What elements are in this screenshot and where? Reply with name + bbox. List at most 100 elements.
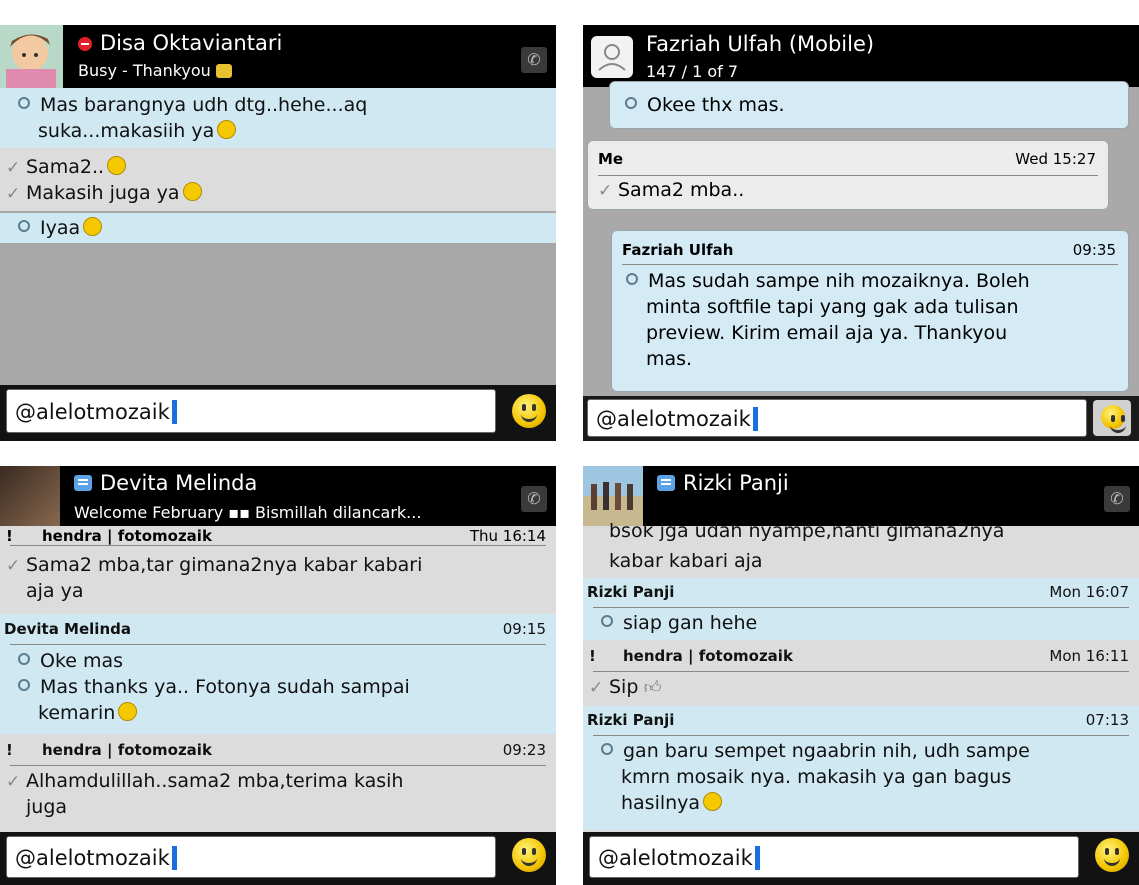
message-text: Sama2 mba.. (618, 179, 745, 201)
input-text: @alelotmozaik (15, 846, 170, 870)
message-text: Alhamdulillah..sama2 mba,terima kasih (26, 770, 404, 792)
message-text: Sama2.. (26, 156, 105, 178)
list-item: ✓ Sama2.. ✓ Makasih juga ya (0, 148, 556, 211)
message-text: kmrn mosaik nya. makasih ya gan bagus (621, 766, 1012, 788)
message-input[interactable]: @alelotmozaik (6, 836, 496, 878)
timestamp: 09:15 (502, 620, 546, 638)
read-tick-icon: ✓ (589, 678, 604, 698)
delivered-tick-icon: ✓ (6, 772, 21, 792)
read-tick-icon: ✓ (6, 556, 21, 576)
grin-emoji-icon (83, 217, 103, 236)
smile-emoji-icon (118, 702, 138, 721)
bullet-icon (18, 97, 30, 109)
text-cursor (171, 846, 177, 870)
message-text: mas. (646, 348, 693, 370)
bbm-chat-icon (74, 475, 92, 491)
timestamp: Wed 15:27 (1015, 150, 1096, 168)
grin-emoji-icon (182, 182, 202, 201)
smile-emoji-icon (703, 792, 723, 811)
message-input[interactable]: @alelotmozaik (587, 399, 1087, 437)
compose-bar: @alelotmozaik (0, 832, 556, 885)
list-item: bsok jga udah nyampe,nanti gimana2nya ka… (583, 520, 1139, 576)
text-cursor (754, 846, 760, 870)
timestamp: Mon 16:07 (1049, 583, 1129, 601)
chat-panel-rizki: Rizki Panji ✆ bsok jga udah nyampe,nanti… (583, 466, 1139, 885)
chat-header: Fazriah Ulfah (Mobile) 147 / 1 of 7 (583, 25, 1139, 87)
message-input[interactable]: @alelotmozaik (589, 836, 1079, 878)
compose-bar: @alelotmozaik (583, 396, 1139, 441)
list-item: Rizki Panji 07:13 gan baru sempet ngaabr… (583, 706, 1139, 830)
message-text: Oke mas (40, 650, 124, 672)
message-bubble: Okee thx mas. (609, 81, 1129, 129)
timestamp: Mon 16:11 (1049, 647, 1129, 665)
chat-header: Devita Melinda Welcome February ▪▪ Bismi… (0, 466, 556, 529)
list-item: Mas barangnya udh dtg..hehe...aq suka...… (0, 88, 556, 148)
bullet-icon (601, 615, 613, 627)
bullet-icon (18, 679, 30, 691)
message-text: aja ya (26, 580, 84, 602)
photo-avatar-icon (0, 466, 60, 529)
timestamp: 09:23 (502, 741, 546, 759)
contact-name: Rizki Panji (683, 471, 789, 495)
message-text: bsok jga udah nyampe,nanti gimana2nya (609, 520, 1005, 542)
phone-icon[interactable]: ✆ (521, 486, 547, 512)
default-contact-icon[interactable] (591, 36, 633, 78)
sender-name: Me (598, 150, 624, 168)
bullet-icon (601, 743, 613, 755)
smile-emoji-icon (107, 156, 127, 175)
sender-name: hendra | fotomozaik (42, 527, 212, 545)
sender-name: Devita Melinda (4, 620, 131, 638)
timestamp: Thu 16:14 (469, 527, 546, 545)
photo-avatar-icon (583, 466, 643, 526)
emoticon-button[interactable] (512, 838, 546, 872)
person-icon (598, 44, 626, 71)
bullet-icon (625, 97, 637, 109)
contact-name: Disa Oktaviantari (100, 31, 283, 55)
chat-panel-disa: Disa Oktaviantari Busy - Thankyou ✆ Mas … (0, 25, 556, 441)
phone-icon[interactable]: ✆ (521, 47, 547, 73)
emoticon-button[interactable] (512, 394, 546, 428)
bbm-chat-icon (657, 475, 675, 491)
bullet-icon (18, 220, 30, 232)
bullet-icon (626, 273, 638, 285)
sender-name: hendra | fotomozaik (623, 647, 793, 665)
message-text: suka...makasiih ya (38, 120, 215, 142)
phone-icon[interactable]: ✆ (1104, 486, 1130, 512)
cartoon-avatar-icon (0, 25, 63, 88)
message-text: siap gan hehe (623, 612, 758, 634)
message-text: Sip (609, 676, 639, 698)
compose-bar: @alelotmozaik (583, 832, 1139, 885)
message-text: Sama2 mba,tar gimana2nya kabar kabari (26, 554, 423, 576)
emoji-icon (215, 64, 232, 78)
message-text: kabar kabari aja (609, 550, 763, 572)
message-text: juga (26, 796, 68, 818)
text-cursor (752, 407, 758, 431)
list-item: ! hendra | fotomozaik 09:23 ✓ Alhamdulill… (0, 736, 556, 830)
emoticon-button[interactable] (1093, 400, 1131, 436)
priority-icon: ! (589, 647, 596, 665)
list-item: Rizki Panji Mon 16:07 siap gan hehe (583, 578, 1139, 640)
list-item: ✓ Sama2 mba,tar gimana2nya kabar kabari a… (0, 546, 556, 612)
chat-header: Rizki Panji ✆ (583, 466, 1139, 526)
contact-status: 147 / 1 of 7 (646, 62, 739, 81)
sender-name: Rizki Panji (587, 711, 675, 729)
busy-red-icon (78, 37, 92, 51)
text-cursor (171, 400, 177, 424)
message-text: minta softfile tapi yang gak ada tulisan (646, 296, 1019, 318)
sender-name: hendra | fotomozaik (42, 741, 212, 759)
contact-status: Welcome February ▪▪ Bismillah dilancark.… (74, 503, 422, 522)
message-text: Makasih juga ya (26, 182, 180, 204)
avatar[interactable] (0, 25, 63, 88)
message-text: Okee thx mas. (647, 94, 785, 116)
avatar[interactable] (0, 466, 60, 529)
emoticon-button[interactable] (1095, 838, 1129, 872)
message-bubble: Fazriah Ulfah 09:35 Mas sudah sampe nih m… (611, 230, 1129, 392)
sender-name: Rizki Panji (587, 583, 675, 601)
message-text: hasilnya (621, 792, 701, 814)
chat-panel-devita: Devita Melinda Welcome February ▪▪ Bismi… (0, 466, 556, 885)
avatar[interactable] (583, 466, 643, 526)
chat-header: Disa Oktaviantari Busy - Thankyou ✆ (0, 25, 556, 88)
message-text: Mas thanks ya.. Fotonya sudah sampai (40, 676, 410, 698)
chat-panel-fazriah: Fazriah Ulfah (Mobile) 147 / 1 of 7 Okee… (583, 25, 1139, 441)
message-input[interactable]: @alelotmozaik (6, 389, 496, 433)
